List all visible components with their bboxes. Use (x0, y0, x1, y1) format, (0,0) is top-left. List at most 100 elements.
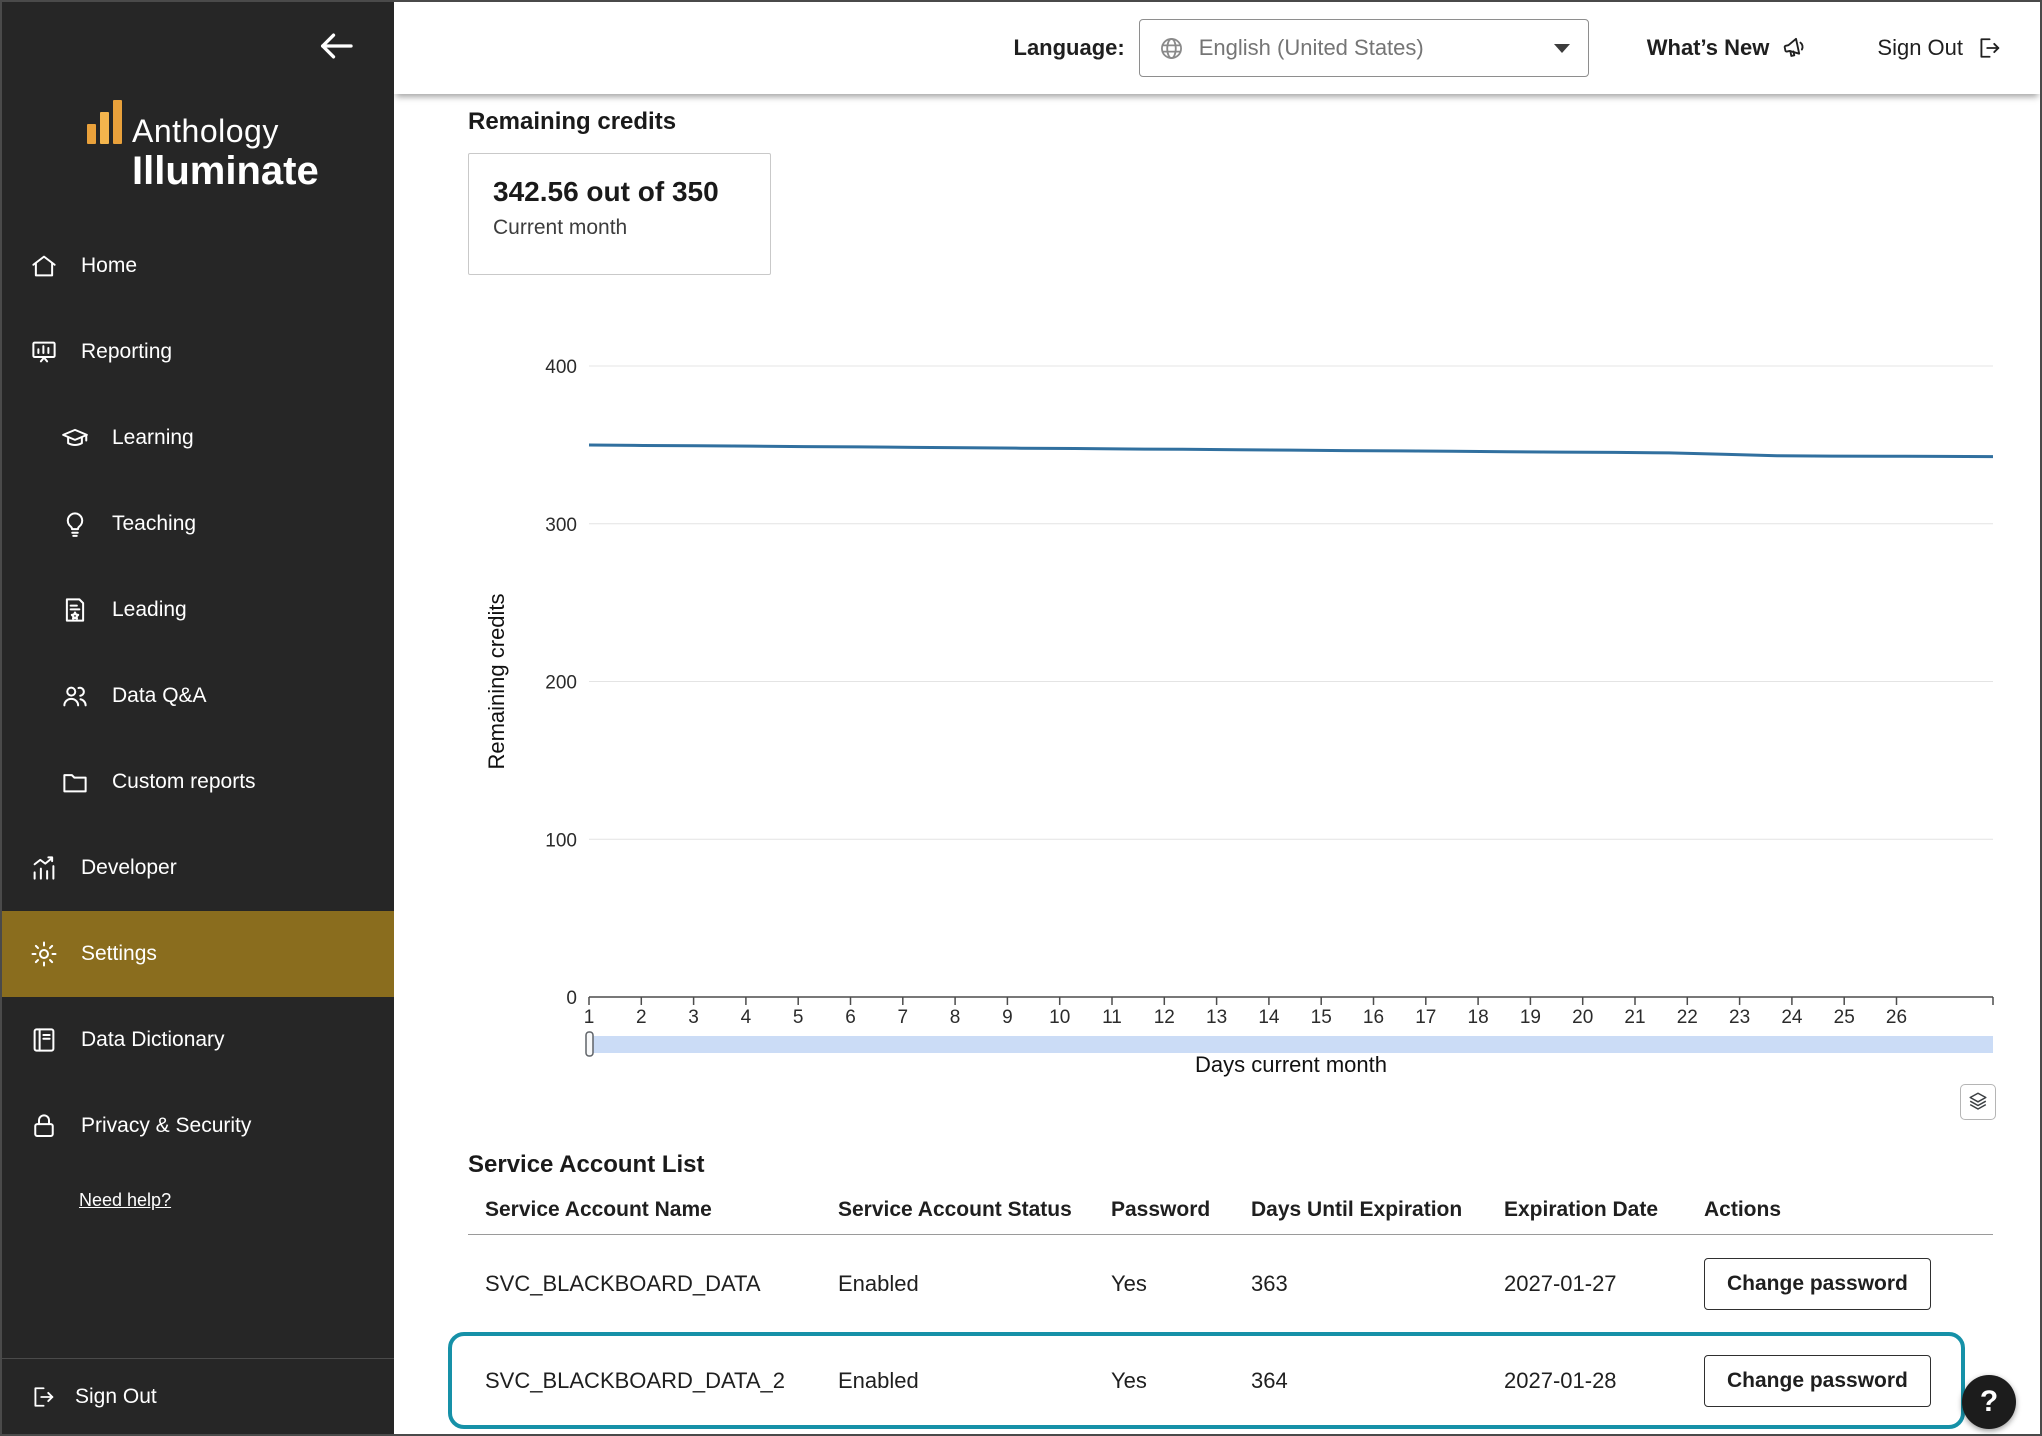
language-dropdown[interactable]: English (United States) (1139, 19, 1589, 77)
sidebar-item-label: Developer (81, 856, 177, 880)
x-tick-label: 14 (1258, 1007, 1280, 1028)
cell-expiration-date: 2027-01-27 (1504, 1271, 1704, 1297)
brand-name-line2: Illuminate (132, 149, 319, 193)
column-header-service-account-name: Service Account Name (485, 1198, 838, 1222)
sidebar-item-label: Home (81, 254, 137, 278)
x-tick-label: 19 (1520, 1007, 1541, 1028)
topbar-sign-out[interactable]: Sign Out (1877, 34, 2003, 62)
x-tick-label: 20 (1572, 1007, 1593, 1028)
chart-range-brush[interactable] (589, 1036, 1993, 1053)
chart-options-button[interactable] (1960, 1084, 1996, 1120)
sidebar-nav: Home Reporting Learning Teaching Leading Data… (2, 223, 394, 1169)
x-tick-label: 15 (1311, 1007, 1332, 1028)
sidebar-item-label: Custom reports (112, 770, 256, 794)
main-content: Remaining credits 342.56 out of 350 Curr… (394, 94, 2040, 1434)
table-row-highlighted: SVC_BLACKBOARD_DATA_2EnabledYes3642027-0… (468, 1332, 1993, 1429)
y-tick-label: 200 (545, 673, 577, 694)
sidebar-item-label: Reporting (81, 340, 172, 364)
sidebar-sign-out[interactable]: Sign Out (2, 1383, 157, 1411)
learning-icon (60, 423, 90, 453)
help-button[interactable]: ? (1962, 1375, 2016, 1429)
x-tick-label: 13 (1206, 1007, 1227, 1028)
x-tick-label: 25 (1834, 1007, 1855, 1028)
cell-days-until-expiration: 364 (1251, 1368, 1504, 1394)
sidebar-item-developer[interactable]: Developer (2, 825, 394, 911)
collapse-sidebar-button[interactable] (314, 26, 358, 66)
sidebar-item-learning[interactable]: Learning (2, 395, 394, 481)
credits-caption: Current month (493, 216, 746, 240)
x-tick-label: 2 (636, 1007, 647, 1028)
y-tick-label: 400 (545, 357, 577, 378)
sidebar-item-label: Learning (112, 426, 194, 450)
sidebar-footer: Sign Out (2, 1358, 394, 1434)
topbar: Language: English (United States) What’s… (394, 2, 2040, 94)
sidebar-item-data-dictionary[interactable]: Data Dictionary (2, 997, 394, 1083)
x-tick-label: 5 (793, 1007, 804, 1028)
sign-out-icon (29, 1383, 57, 1411)
developer-icon (29, 853, 59, 883)
chart-brush-handle[interactable] (586, 1032, 593, 1056)
change-password-button[interactable]: Change password (1704, 1258, 1931, 1310)
x-tick-label: 11 (1102, 1007, 1122, 1028)
brand-name-line1: Anthology (132, 115, 279, 147)
table-header-row: Service Account NameService Account Stat… (468, 1185, 1993, 1235)
x-tick-label: 3 (688, 1007, 699, 1028)
cell-days-until-expiration: 363 (1251, 1271, 1504, 1297)
cell-expiration-date: 2027-01-28 (1504, 1368, 1704, 1394)
globe-icon (1158, 35, 1185, 62)
cell-service-account-name: SVC_BLACKBOARD_DATA (485, 1271, 838, 1297)
layers-icon (1967, 1090, 1989, 1115)
teaching-icon (60, 509, 90, 539)
sidebar-item-label: Teaching (112, 512, 196, 536)
home-icon (29, 251, 59, 281)
cell-password: Yes (1111, 1368, 1251, 1394)
sidebar-item-reporting[interactable]: Reporting (2, 309, 394, 395)
back-arrow-icon (314, 53, 358, 70)
x-tick-label: 16 (1363, 1007, 1384, 1028)
data-qa-icon (60, 681, 90, 711)
chevron-down-icon (1554, 44, 1570, 53)
sidebar-item-label: Settings (81, 942, 157, 966)
need-help-link[interactable]: Need help? (79, 1190, 171, 1211)
reporting-icon (29, 337, 59, 367)
sidebar-item-privacy-security[interactable]: Privacy & Security (2, 1083, 394, 1169)
y-tick-label: 300 (545, 515, 577, 536)
column-header-expiration-date: Expiration Date (1504, 1198, 1704, 1222)
sidebar-item-home[interactable]: Home (2, 223, 394, 309)
y-tick-label: 0 (566, 988, 577, 1009)
sidebar-item-teaching[interactable]: Teaching (2, 481, 394, 567)
leading-icon (60, 595, 90, 625)
data-dictionary-icon (29, 1025, 59, 1055)
x-tick-label: 17 (1415, 1007, 1436, 1028)
sidebar-item-label: Data Q&A (112, 684, 207, 708)
sidebar: Anthology Illuminate Home Reporting Learni… (2, 2, 394, 1434)
sidebar-item-data-q-a[interactable]: Data Q&A (2, 653, 394, 739)
y-axis-title: Remaining credits (484, 593, 509, 769)
service-account-table: Service Account NameService Account Stat… (468, 1185, 1993, 1429)
credits-summary-card: 342.56 out of 350 Current month (468, 153, 771, 275)
brand-logo: Anthology Illuminate (87, 100, 319, 193)
column-header-days-until-expiration: Days Until Expiration (1251, 1198, 1504, 1222)
table-row: SVC_BLACKBOARD_DATAEnabledYes3632027-01-… (468, 1235, 1993, 1332)
cell-service-account-status: Enabled (838, 1368, 1111, 1394)
sign-out-icon (1975, 34, 2003, 62)
x-tick-label: 18 (1468, 1007, 1489, 1028)
settings-icon (29, 939, 59, 969)
x-tick-label: 7 (898, 1007, 909, 1028)
x-tick-label: 23 (1729, 1007, 1750, 1028)
sidebar-item-custom-reports[interactable]: Custom reports (2, 739, 394, 825)
cell-password: Yes (1111, 1271, 1251, 1297)
x-tick-label: 21 (1624, 1007, 1645, 1028)
change-password-button[interactable]: Change password (1704, 1355, 1931, 1407)
whats-new-link[interactable]: What’s New (1647, 34, 1810, 62)
whats-new-label: What’s New (1647, 35, 1770, 61)
x-tick-label: 24 (1781, 1007, 1803, 1028)
cell-service-account-status: Enabled (838, 1271, 1111, 1297)
x-tick-label: 26 (1886, 1007, 1907, 1028)
x-tick-label: 8 (950, 1007, 961, 1028)
sidebar-item-leading[interactable]: Leading (2, 567, 394, 653)
cell-actions: Change password (1704, 1258, 1993, 1310)
sidebar-item-label: Data Dictionary (81, 1028, 225, 1052)
sidebar-item-settings[interactable]: Settings (2, 911, 394, 997)
x-axis-title: Days current month (1195, 1052, 1387, 1077)
